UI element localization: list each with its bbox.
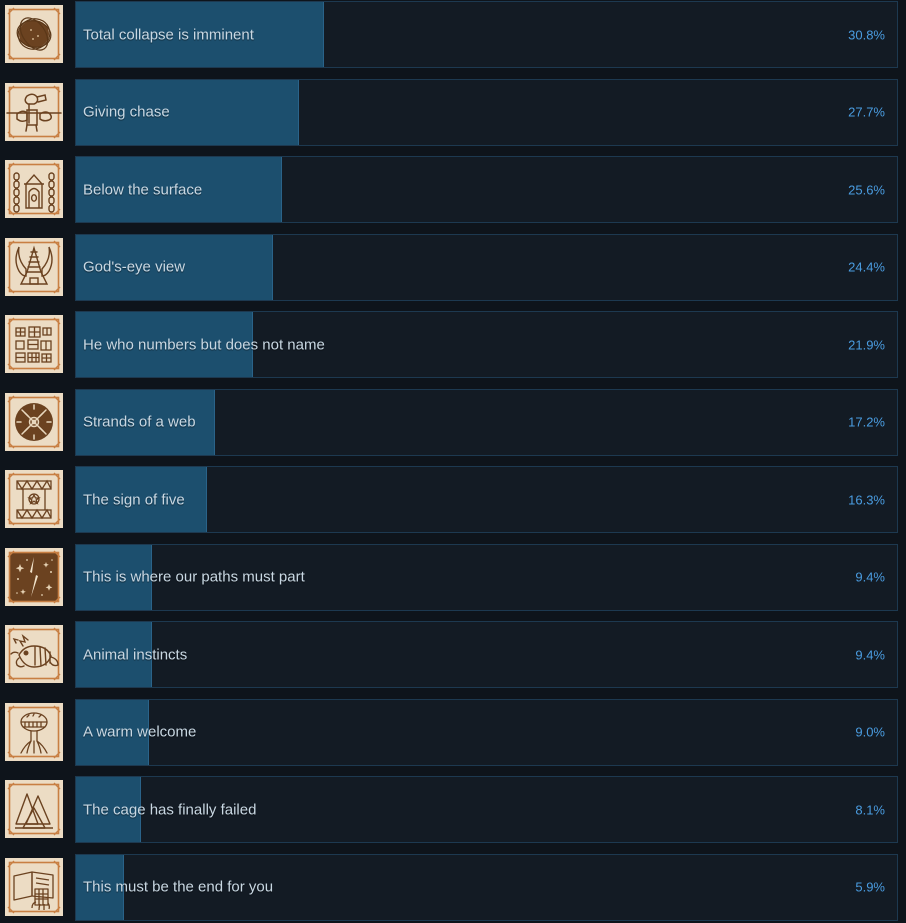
achievement-title: Below the surface bbox=[83, 181, 203, 198]
achievement-progress-bar: He who numbers but does not name 21.9% bbox=[75, 311, 898, 378]
achievement-percent: 30.8% bbox=[848, 27, 885, 42]
achievement-row[interactable]: Total collapse is imminent 30.8% bbox=[0, 0, 906, 70]
achievement-row[interactable]: Giving chase 27.7% bbox=[0, 78, 906, 148]
achievement-title: Giving chase bbox=[83, 103, 170, 121]
achievement-percent: 9.4% bbox=[855, 647, 885, 662]
achievement-row[interactable]: This must be the end for you 5.9% bbox=[0, 853, 906, 923]
achievement-row[interactable]: A warm welcome 9.0% bbox=[0, 698, 906, 768]
achievement-title: Strands of a web bbox=[83, 413, 196, 431]
achievement-row[interactable]: Animal instincts 9.4% bbox=[0, 620, 906, 690]
triangle-cage-icon[interactable] bbox=[5, 780, 63, 838]
achievement-percent: 9.0% bbox=[855, 724, 885, 740]
tangled-ball-icon[interactable] bbox=[5, 5, 63, 63]
tree-roots-icon[interactable] bbox=[5, 702, 63, 761]
achievement-row[interactable]: Below the surface 25.6% bbox=[0, 155, 906, 225]
banner-star-icon[interactable] bbox=[5, 470, 63, 528]
achievement-percent: 5.9% bbox=[855, 879, 885, 895]
achievement-percent: 9.4% bbox=[855, 569, 885, 585]
achievement-progress-bar: God's-eye view 24.4% bbox=[75, 233, 898, 301]
beast-head-icon[interactable] bbox=[5, 625, 63, 683]
open-book-hand-icon[interactable] bbox=[5, 857, 63, 916]
achievement-progress-bar: Total collapse is imminent 30.8% bbox=[75, 1, 898, 68]
achievement-percent: 27.7% bbox=[848, 104, 885, 120]
achievement-row[interactable]: The sign of five 16.3% bbox=[0, 465, 906, 535]
achievement-progress-bar: Below the surface 25.6% bbox=[75, 156, 898, 223]
achievement-title: Animal instincts bbox=[83, 646, 188, 663]
chained-doorway-icon[interactable] bbox=[5, 160, 63, 218]
achievement-title: This is where our paths must part bbox=[83, 568, 305, 586]
achievement-row[interactable]: This is where our paths must part 9.4% bbox=[0, 543, 906, 613]
achievement-progress-bar: Animal instincts 9.4% bbox=[75, 621, 898, 688]
achievement-percent: 24.4% bbox=[848, 259, 885, 275]
lightning-rift-icon[interactable] bbox=[5, 547, 63, 606]
spiderweb-disc-icon[interactable] bbox=[5, 392, 63, 451]
achievement-percent: 16.3% bbox=[848, 492, 885, 507]
achievement-percent: 21.9% bbox=[848, 337, 885, 352]
achievement-percent: 25.6% bbox=[848, 182, 885, 197]
achievement-title: God's-eye view bbox=[83, 258, 186, 276]
achievement-progress-bar: A warm welcome 9.0% bbox=[75, 698, 898, 766]
achievement-progress-bar: This is where our paths must part 9.4% bbox=[75, 543, 898, 611]
achievement-title: The sign of five bbox=[83, 491, 185, 508]
running-figure-icon[interactable] bbox=[5, 82, 63, 141]
achievement-row[interactable]: The cage has finally failed 8.1% bbox=[0, 775, 906, 845]
achievement-progress-bar: The cage has finally failed 8.1% bbox=[75, 776, 898, 843]
achievement-row[interactable]: Strands of a web 17.2% bbox=[0, 388, 906, 458]
achievement-progress-bar: The sign of five 16.3% bbox=[75, 466, 898, 533]
achievement-progress-bar: Giving chase 27.7% bbox=[75, 78, 898, 146]
achievement-progress-bar: Strands of a web 17.2% bbox=[75, 388, 898, 456]
achievement-progress-bar: This must be the end for you 5.9% bbox=[75, 853, 898, 921]
achievement-title: The cage has finally failed bbox=[83, 801, 257, 818]
achievement-title: Total collapse is imminent bbox=[83, 26, 254, 43]
achievement-percent: 17.2% bbox=[848, 414, 885, 430]
achievement-title: He who numbers but does not name bbox=[83, 336, 325, 353]
achievement-row[interactable]: He who numbers but does not name 21.9% bbox=[0, 310, 906, 380]
achievement-percent: 8.1% bbox=[855, 802, 885, 817]
grid-blocks-icon[interactable] bbox=[5, 315, 63, 373]
winged-tower-icon[interactable] bbox=[5, 237, 63, 296]
achievement-list: Total collapse is imminent 30.8% Giving ch… bbox=[0, 0, 906, 923]
achievement-row[interactable]: God's-eye view 24.4% bbox=[0, 233, 906, 303]
achievement-title: This must be the end for you bbox=[83, 878, 274, 896]
achievement-title: A warm welcome bbox=[83, 723, 197, 741]
